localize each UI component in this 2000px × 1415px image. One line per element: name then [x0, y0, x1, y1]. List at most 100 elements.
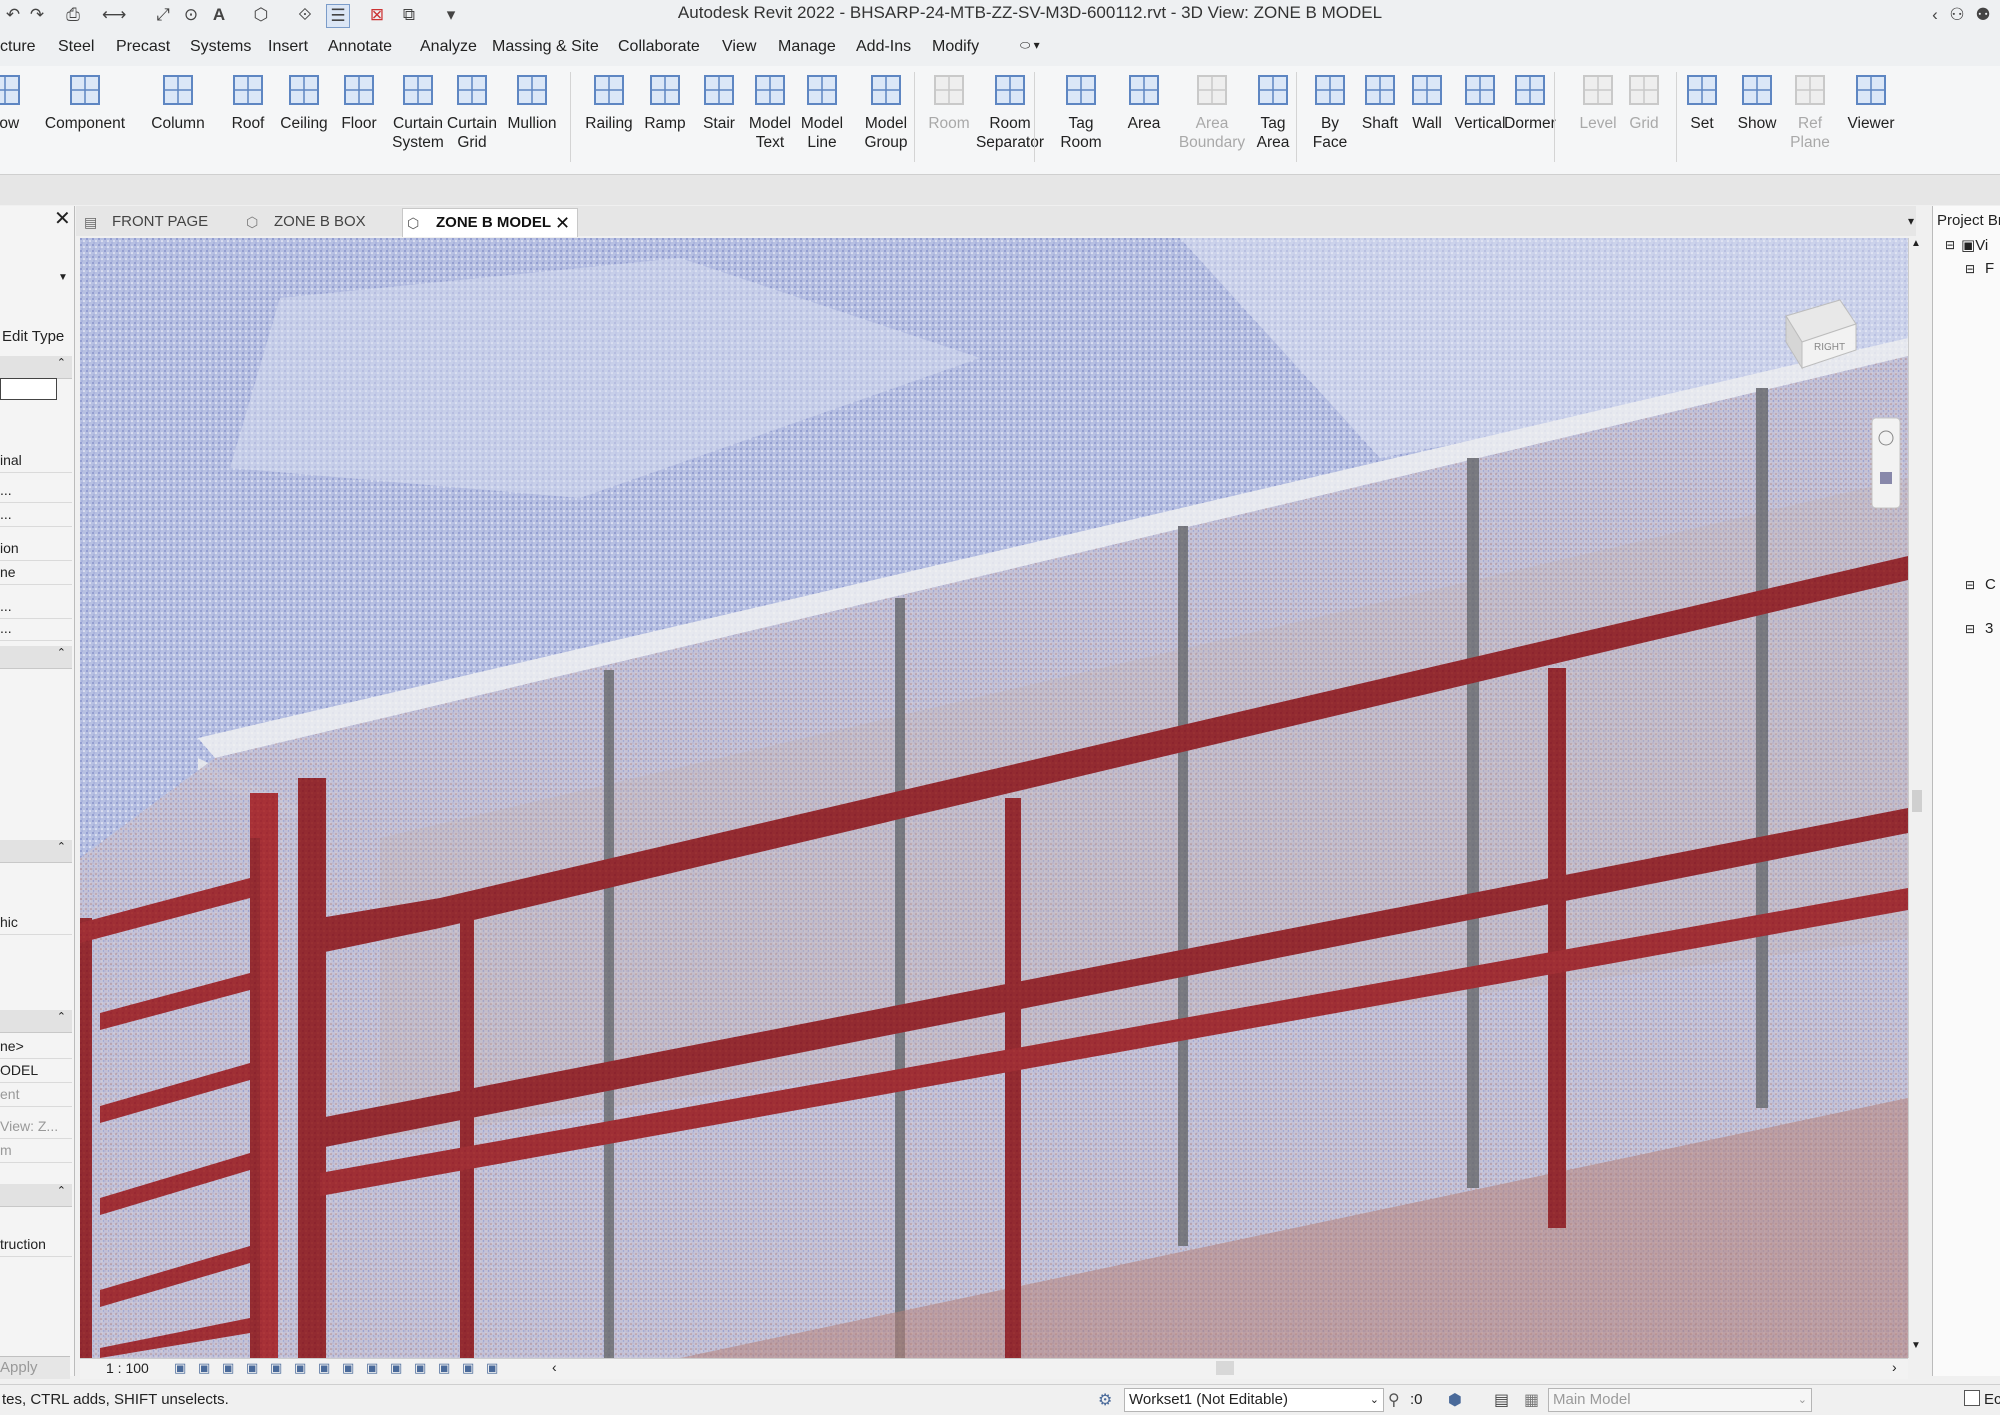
- ribbon-button-area-boundary[interactable]: Area Boundary: [1176, 70, 1248, 152]
- ribbon-button-set[interactable]: Set: [1680, 70, 1724, 133]
- ribbon-button-dormer[interactable]: Dormer: [1500, 70, 1560, 133]
- default-3d-icon[interactable]: ⬡: [250, 4, 272, 26]
- property-group-header[interactable]: ⌃: [0, 840, 72, 863]
- property-group-header[interactable]: ⌃: [0, 1184, 72, 1207]
- switch-windows-icon[interactable]: ⧉: [398, 4, 420, 26]
- crop-view-icon[interactable]: ▣: [294, 1360, 306, 1376]
- property-row[interactable]: ne>: [0, 1034, 72, 1059]
- type-selector-chevron-icon[interactable]: ▼: [58, 272, 68, 283]
- ribbon-button-ramp[interactable]: Ramp: [640, 70, 690, 133]
- customize-qat-icon[interactable]: ▾: [440, 4, 462, 26]
- selection-filter-icon[interactable]: ⚲: [1388, 1390, 1400, 1410]
- tab-zone-b-model[interactable]: ⬡ ZONE B MODEL ✕: [402, 208, 578, 237]
- property-row[interactable]: ...: [0, 478, 72, 503]
- ribbon-button-wall[interactable]: Wall: [1402, 70, 1452, 133]
- constraints-icon[interactable]: ▣: [486, 1360, 498, 1376]
- tree-item-views[interactable]: ▣Vi: [1961, 236, 1988, 254]
- tree-item-c[interactable]: C: [1985, 576, 1996, 593]
- scroll-thumb[interactable]: [1912, 790, 1922, 812]
- menu-view[interactable]: View: [722, 38, 756, 56]
- ribbon-button-grid[interactable]: Grid: [1620, 70, 1668, 133]
- measure-icon[interactable]: ⟷: [102, 4, 126, 26]
- menu-steel[interactable]: Steel: [58, 38, 94, 56]
- ribbon-button-component[interactable]: Component: [44, 70, 126, 133]
- ribbon-button-ceiling[interactable]: Ceiling: [276, 70, 332, 133]
- ribbon-button-floor[interactable]: Floor: [334, 70, 384, 133]
- property-value-input[interactable]: [0, 378, 57, 400]
- shadows-icon[interactable]: ▣: [246, 1360, 258, 1376]
- close-tab-icon[interactable]: ✕: [555, 209, 570, 237]
- ribbon-button-tag-room[interactable]: Tag Room: [1046, 70, 1116, 152]
- scroll-right-icon[interactable]: ›: [1892, 1359, 1897, 1375]
- ribbon-button-shaft[interactable]: Shaft: [1354, 70, 1406, 133]
- menu-systems[interactable]: Systems: [190, 38, 251, 56]
- text-icon[interactable]: A: [208, 4, 230, 26]
- property-group-header[interactable]: ⌃: [0, 356, 72, 379]
- 3d-viewport[interactable]: RIGHT: [80, 238, 1908, 1358]
- edit-type-button[interactable]: Edit Type: [2, 328, 64, 345]
- menu-massing-site[interactable]: Massing & Site: [492, 38, 599, 56]
- tree-collapse-icon[interactable]: ⊟: [1945, 238, 1955, 252]
- collapse-icon[interactable]: ⌃: [57, 840, 66, 853]
- show-crop-icon[interactable]: ▣: [318, 1360, 330, 1376]
- ribbon-button-curtain-grid[interactable]: Curtain Grid: [446, 70, 498, 152]
- tag-icon[interactable]: ⊙: [180, 4, 202, 26]
- scroll-left-icon[interactable]: ‹: [552, 1359, 557, 1375]
- temporary-hide-icon[interactable]: ▣: [366, 1360, 378, 1376]
- ribbon-button-by-face[interactable]: By Face: [1304, 70, 1356, 152]
- tree-collapse-icon[interactable]: ⊟: [1965, 262, 1975, 276]
- ribbon-button-column[interactable]: Column: [150, 70, 206, 133]
- collapse-icon[interactable]: ⌃: [57, 646, 66, 659]
- collapse-icon[interactable]: ⌃: [57, 356, 66, 369]
- editable-only-icon[interactable]: ▤: [1494, 1390, 1509, 1410]
- property-row[interactable]: ne: [0, 560, 72, 585]
- tree-item-f[interactable]: F: [1985, 260, 1994, 277]
- apply-button[interactable]: Apply: [0, 1356, 70, 1379]
- worksharing-display-icon[interactable]: ▣: [414, 1360, 426, 1376]
- ribbon-button-ref-plane[interactable]: Ref Plane: [1786, 70, 1834, 152]
- close-hidden-icon[interactable]: ⊠: [366, 4, 388, 26]
- collapse-icon[interactable]: ⌃: [57, 1184, 66, 1197]
- menu-cture[interactable]: cture: [0, 38, 36, 56]
- tree-collapse-icon[interactable]: ⊟: [1965, 622, 1975, 636]
- design-options-icon[interactable]: ⬢: [1448, 1390, 1462, 1410]
- tab-zone-b-box[interactable]: ⬡ ZONE B BOX: [244, 208, 400, 236]
- menu-precast[interactable]: Precast: [116, 38, 170, 56]
- close-properties-icon[interactable]: ✕: [54, 208, 71, 230]
- redo-icon[interactable]: ↷: [26, 4, 48, 26]
- ribbon-button-viewer[interactable]: Viewer: [1836, 70, 1906, 133]
- collapse-icon[interactable]: ⌃: [57, 1010, 66, 1023]
- view-scale[interactable]: 1 : 100: [106, 1360, 149, 1376]
- vertical-scrollbar[interactable]: ▲ ▼: [1908, 238, 1925, 1358]
- analytical-model-icon[interactable]: ▣: [438, 1360, 450, 1376]
- ribbon-button-stair[interactable]: Stair: [692, 70, 746, 133]
- design-option-select[interactable]: Main Model ⌄: [1548, 1388, 1812, 1412]
- menu-collaborate[interactable]: Collaborate: [618, 38, 700, 56]
- worksets-icon[interactable]: ⚙: [1098, 1390, 1112, 1410]
- ribbon-button-dow[interactable]: dow: [0, 70, 28, 133]
- ribbon-button-model-group[interactable]: Model Group: [852, 70, 920, 152]
- property-group-header[interactable]: ⌃: [0, 1010, 72, 1033]
- h-scroll-thumb[interactable]: [1216, 1361, 1234, 1375]
- tab-front-page[interactable]: ▤ FRONT PAGE: [82, 208, 237, 236]
- property-row[interactable]: ODEL: [0, 1058, 72, 1083]
- unlocked-3d-icon[interactable]: ▣: [342, 1360, 354, 1376]
- reveal-hidden-icon[interactable]: ▣: [390, 1360, 402, 1376]
- user-icon[interactable]: ⚉: [1972, 4, 1994, 26]
- property-row[interactable]: truction: [0, 1232, 72, 1257]
- property-group-header[interactable]: ⌃: [0, 646, 72, 669]
- dimension-icon[interactable]: ⤢: [152, 4, 174, 26]
- highlight-displacement-icon[interactable]: ▣: [462, 1360, 474, 1376]
- menu-annotate[interactable]: Annotate: [328, 38, 392, 56]
- detail-level-icon[interactable]: ▣: [174, 1360, 186, 1376]
- tree-item-3[interactable]: 3: [1985, 620, 1993, 637]
- menu-analyze[interactable]: Analyze: [420, 38, 477, 56]
- render-icon[interactable]: ▣: [270, 1360, 282, 1376]
- ribbon-button-curtain-system[interactable]: Curtain System: [390, 70, 446, 152]
- ribbon-button-model-line[interactable]: Model Line: [794, 70, 850, 152]
- property-row[interactable]: View: Z...: [0, 1114, 72, 1139]
- ribbon-button-roof[interactable]: Roof: [222, 70, 274, 133]
- property-row[interactable]: ent: [0, 1082, 72, 1107]
- ribbon-button-show[interactable]: Show: [1732, 70, 1782, 133]
- property-row[interactable]: m: [0, 1138, 72, 1163]
